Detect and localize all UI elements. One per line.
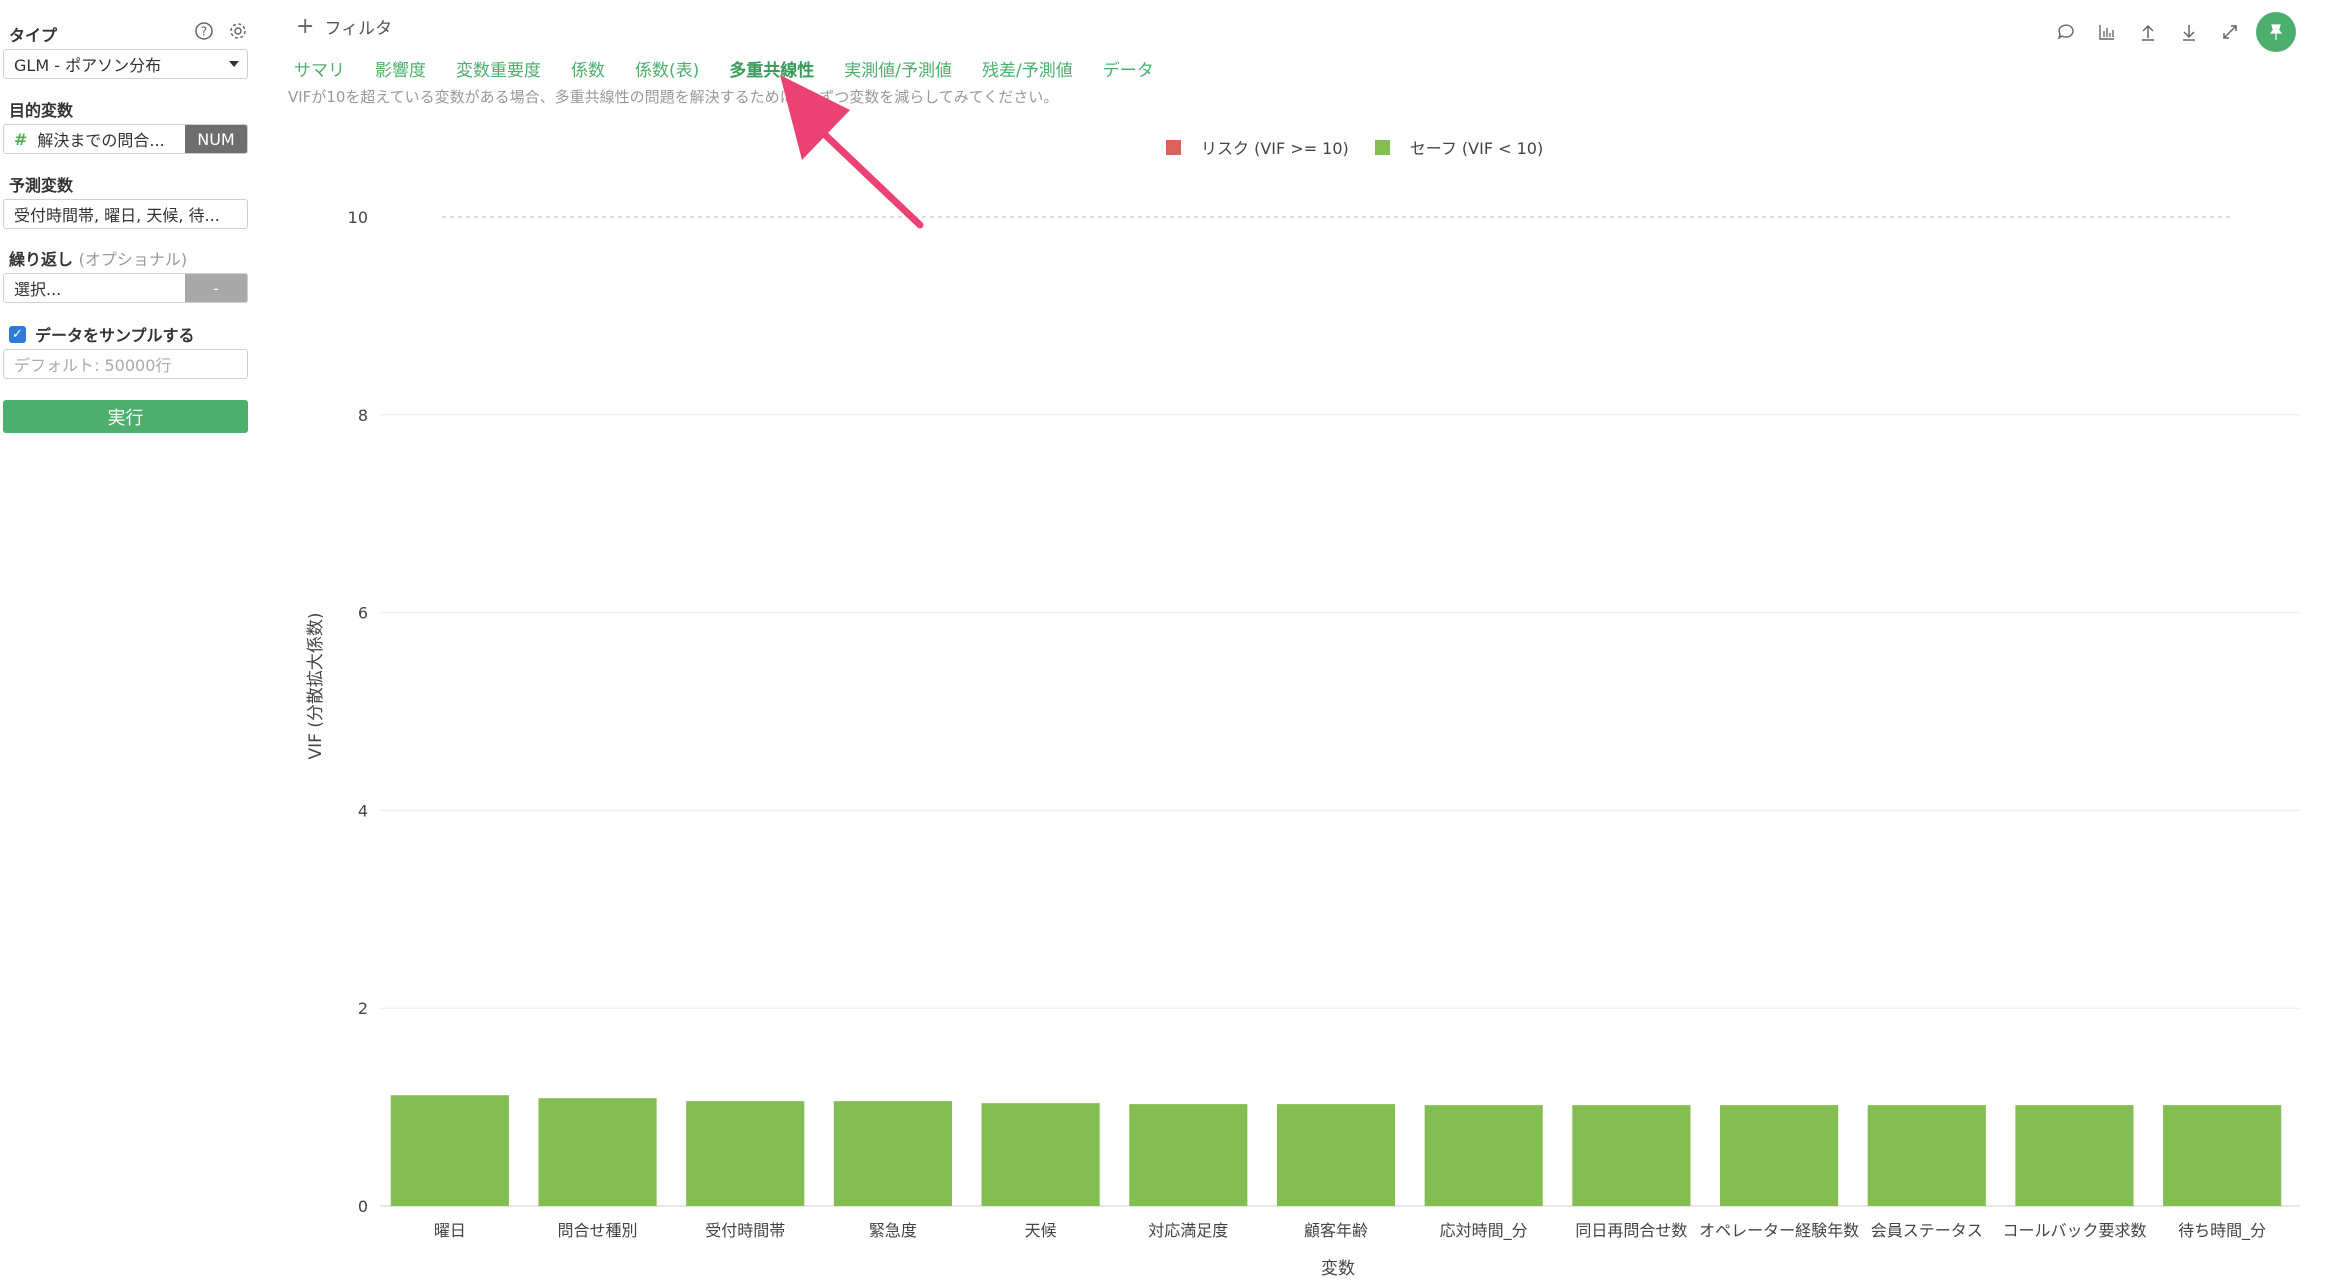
x-tick-label: 問合せ種別 [558, 1221, 638, 1240]
x-tick-label: 顧客年齢 [1304, 1221, 1368, 1240]
x-tick-label: 同日再問合せ数 [1575, 1221, 1687, 1240]
x-tick-label: 待ち時間_分 [2178, 1221, 2266, 1241]
bar [1424, 1105, 1543, 1206]
bar [1867, 1105, 1986, 1206]
x-tick-label: 受付時間帯 [705, 1221, 785, 1240]
bar [1572, 1105, 1691, 1206]
bar [538, 1098, 657, 1206]
x-tick-label: コールバック要求数 [2002, 1221, 2146, 1240]
bar [1129, 1104, 1248, 1206]
y-tick-label: 0 [358, 1197, 368, 1216]
bar [981, 1103, 1100, 1206]
x-tick-label: 会員ステータス [1871, 1221, 1983, 1240]
x-tick-label: 天候 [1025, 1221, 1057, 1240]
x-tick-label: 対応満足度 [1148, 1221, 1228, 1240]
x-tick-label: 曜日 [434, 1221, 466, 1240]
bar [833, 1101, 952, 1206]
x-tick-label: オペレーター経験年数 [1699, 1221, 1859, 1240]
x-tick-label: 応対時間_分 [1440, 1221, 1528, 1241]
vif-bar-chart: 0 2 4 6 8 10 曜日 問合せ種別 受付時間帯 緊急度 天候 対応満足度 顧客年齢 応対時間_分 同… [306, 208, 2300, 1279]
bar [390, 1095, 509, 1206]
bar [1720, 1105, 1839, 1206]
y-tick-label: 4 [358, 801, 368, 820]
x-axis-title: 変数 [1321, 1259, 1355, 1279]
y-axis-title: VIF (分散拡大係数) [306, 612, 326, 759]
y-tick-label: 8 [358, 406, 368, 425]
bar [2015, 1105, 2134, 1206]
y-tick-label: 10 [348, 208, 368, 227]
x-tick-label: 緊急度 [869, 1221, 917, 1240]
bar [686, 1101, 805, 1206]
bar [1276, 1104, 1396, 1206]
bar [2163, 1105, 2282, 1206]
y-tick-label: 2 [358, 999, 368, 1018]
y-tick-label: 6 [358, 604, 368, 623]
